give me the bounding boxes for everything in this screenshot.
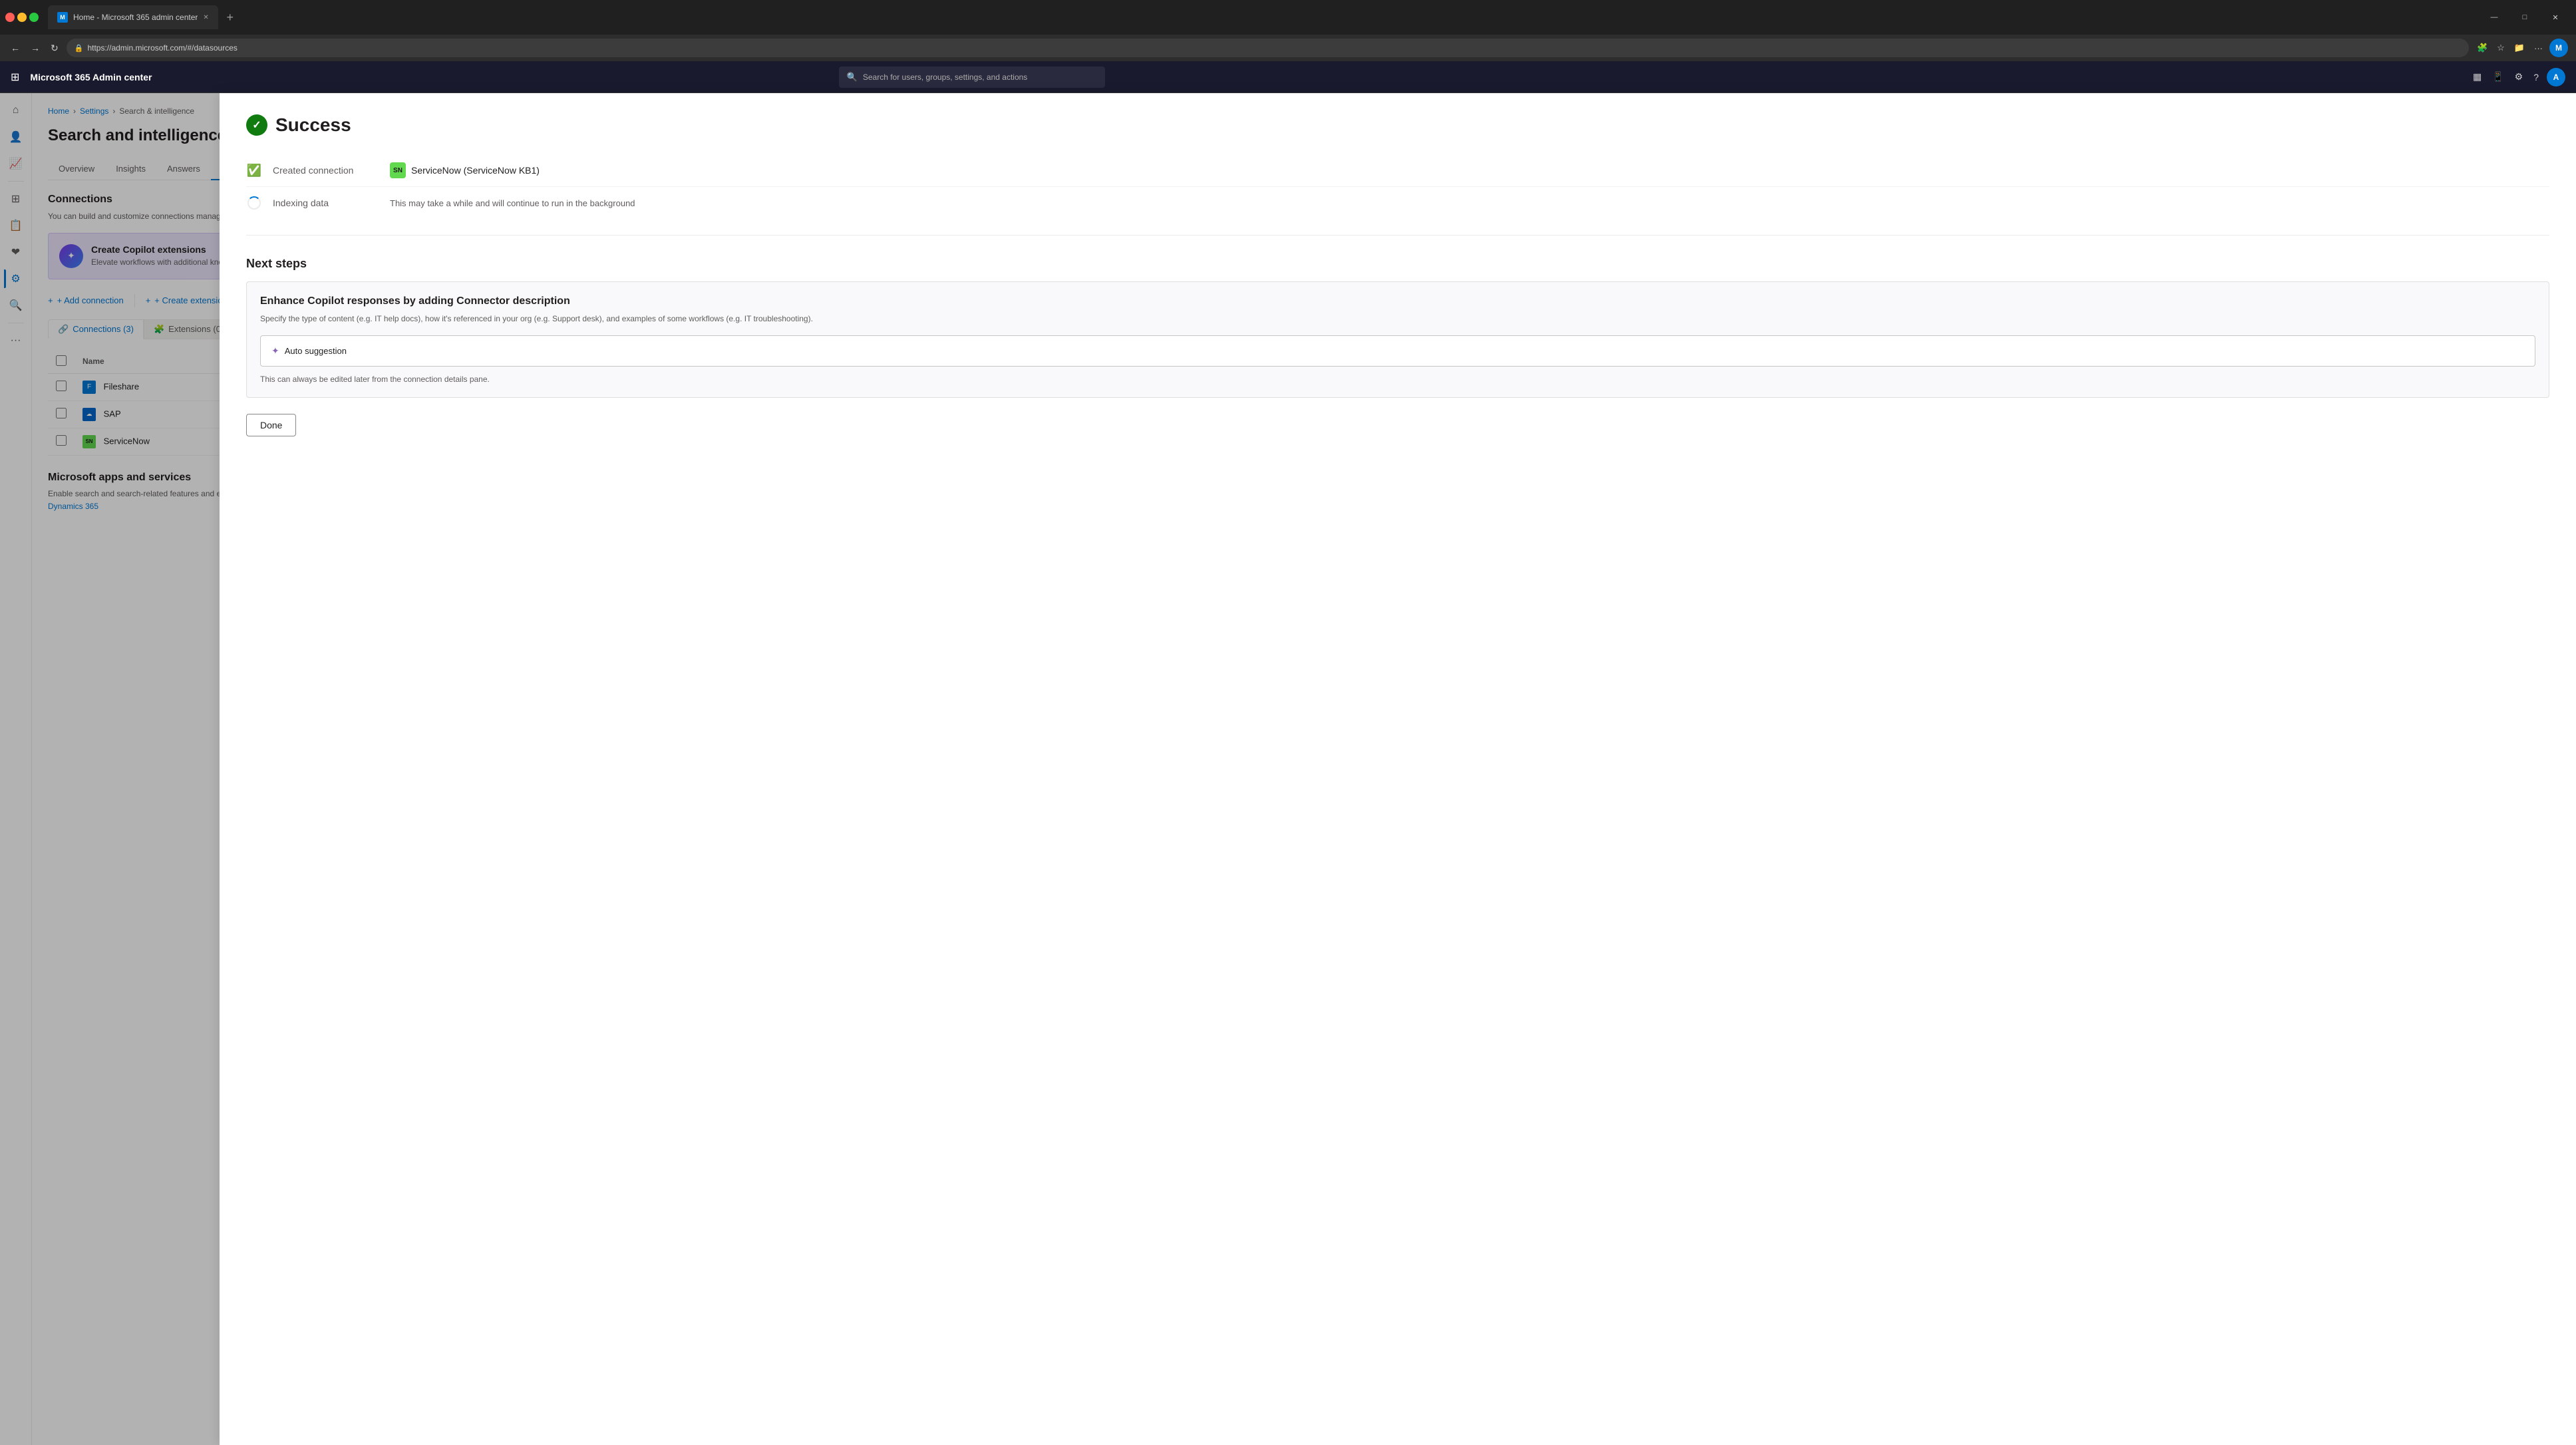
lock-icon: 🔒	[75, 44, 84, 53]
tab-title: Home - Microsoft 365 admin center	[73, 13, 198, 22]
step-indexing-icon	[246, 195, 262, 211]
step-indexing-note: This may take a while and will continue …	[390, 198, 635, 208]
extensions-icon[interactable]: 🧩	[2474, 40, 2490, 56]
edit-note: This can always be edited later from the…	[260, 375, 2535, 384]
search-placeholder-text: Search for users, groups, settings, and …	[863, 73, 1027, 82]
enhance-card: Enhance Copilot responses by adding Conn…	[246, 281, 2549, 398]
favorites-icon[interactable]: ☆	[2494, 40, 2507, 56]
win-close[interactable]: ✕	[2540, 7, 2571, 28]
active-tab[interactable]: M Home - Microsoft 365 admin center ✕	[48, 5, 218, 29]
servicenow-step-icon: SN	[390, 162, 406, 178]
back-btn[interactable]: ←	[8, 40, 23, 56]
tab-bar: M Home - Microsoft 365 admin center ✕ +	[48, 5, 2470, 29]
collections-icon[interactable]: 📁	[2511, 40, 2527, 56]
forward-btn[interactable]: →	[28, 40, 43, 56]
browser-profile-icon[interactable]: M	[2549, 39, 2568, 57]
success-panel: ✓ Success ✅ Created connection SN Servic…	[220, 93, 2576, 1445]
user-profile-avatar[interactable]: A	[2547, 68, 2565, 86]
window-close-btn[interactable]	[5, 13, 15, 22]
auto-suggestion-box[interactable]: ✦ Auto suggestion	[260, 335, 2535, 367]
magic-wand-icon: ✦	[271, 345, 279, 357]
waffle-menu-icon[interactable]: ⊞	[11, 71, 19, 84]
reload-btn[interactable]: ↻	[48, 40, 61, 57]
window-max-btn[interactable]	[29, 13, 39, 22]
admin-header: ⊞ Microsoft 365 Admin center 🔍 Search fo…	[0, 61, 2576, 93]
menu-icon[interactable]: ···	[2531, 41, 2545, 56]
dashboard-icon[interactable]: ▦	[2470, 69, 2484, 85]
servicenow-step-name: ServiceNow (ServiceNow KB1)	[411, 165, 540, 176]
status-steps: ✅ Created connection SN ServiceNow (Serv…	[246, 154, 2549, 236]
tab-favicon: M	[57, 12, 68, 23]
search-icon: 🔍	[847, 72, 858, 82]
window-min-btn[interactable]	[17, 13, 27, 22]
indexing-spinner	[247, 196, 261, 210]
next-steps-title: Next steps	[246, 257, 2549, 271]
success-title-row: ✓ Success	[246, 114, 2549, 136]
step-created-icon: ✅	[246, 162, 262, 178]
step-indexing-data: Indexing data This may take a while and …	[246, 187, 2549, 219]
success-title-text: Success	[275, 114, 351, 136]
win-controls: — □ ✕	[2479, 7, 2571, 28]
address-bar-row: ← → ↻ 🔒 https://admin.microsoft.com/#/da…	[0, 35, 2576, 61]
new-tab-button[interactable]: +	[221, 8, 240, 27]
address-bar[interactable]: 🔒 https://admin.microsoft.com/#/datasour…	[67, 39, 2469, 57]
admin-logo: Microsoft 365 Admin center	[30, 72, 152, 82]
browser-toolbar-icons: 🧩 ☆ 📁 ··· M	[2474, 39, 2568, 57]
auto-suggestion-label: Auto suggestion	[285, 346, 347, 356]
enhance-desc: Specify the type of content (e.g. IT hel…	[260, 313, 2535, 325]
browser-chrome: M Home - Microsoft 365 admin center ✕ + …	[0, 0, 2576, 35]
success-check-icon: ✓	[246, 114, 267, 136]
tab-close-btn[interactable]: ✕	[203, 14, 208, 21]
win-maximize[interactable]: □	[2509, 7, 2540, 28]
step-indexing-label: Indexing data	[273, 198, 379, 208]
win-minimize[interactable]: —	[2479, 7, 2509, 28]
header-icons: ▦ 📱 ⚙ ? A	[2470, 68, 2565, 86]
help-icon[interactable]: ?	[2531, 69, 2541, 85]
step-created-value: SN ServiceNow (ServiceNow KB1)	[390, 162, 540, 178]
enhance-title: Enhance Copilot responses by adding Conn…	[260, 295, 2535, 307]
settings-header-icon[interactable]: ⚙	[2512, 69, 2526, 85]
step-check-icon: ✅	[247, 164, 261, 178]
admin-search-bar[interactable]: 🔍 Search for users, groups, settings, an…	[839, 67, 1105, 88]
next-steps-section: Next steps Enhance Copilot responses by …	[246, 257, 2549, 436]
done-button[interactable]: Done	[246, 414, 296, 436]
step-created-label: Created connection	[273, 165, 379, 176]
step-created-connection: ✅ Created connection SN ServiceNow (Serv…	[246, 154, 2549, 187]
mobile-icon[interactable]: 📱	[2490, 69, 2506, 85]
window-controls	[5, 13, 39, 22]
url-text: https://admin.microsoft.com/#/datasource…	[87, 43, 2461, 53]
